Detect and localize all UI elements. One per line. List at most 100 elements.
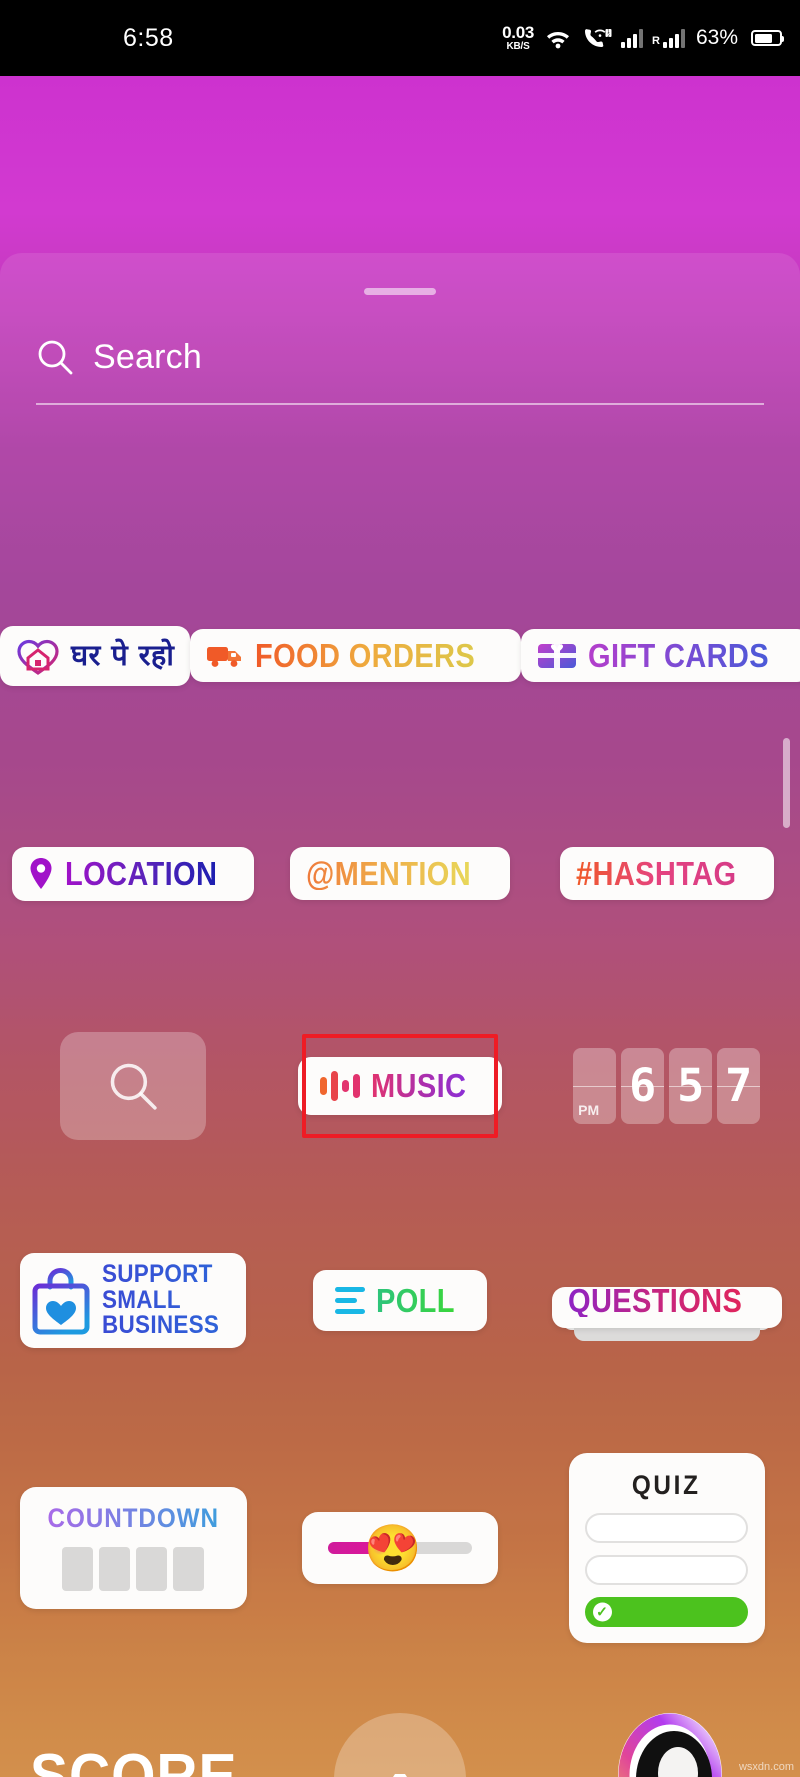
search-divider xyxy=(36,403,764,405)
status-bar-time: 6:58 xyxy=(123,23,174,52)
quiz-option-correct[interactable] xyxy=(585,1597,749,1627)
watermark: wsxdn.com xyxy=(738,1761,794,1773)
sticker-label-stay-home: घर पे रहो xyxy=(71,638,175,672)
drag-handle[interactable] xyxy=(364,288,436,295)
ssb-line-2: SMALL xyxy=(102,1287,219,1314)
battery-icon xyxy=(751,30,784,46)
search-bar[interactable]: Search xyxy=(36,325,764,389)
sticker-label-gift-cards: GIFT CARDS xyxy=(588,637,770,674)
sim1-signal-bars-icon xyxy=(621,28,644,48)
sticker-label-quiz: QUIZ xyxy=(632,1470,702,1500)
sticker-music[interactable]: MUSIC xyxy=(298,1056,502,1115)
network-speed-unit: KB/S xyxy=(506,41,530,52)
location-pin-icon xyxy=(30,857,52,889)
music-bars-icon xyxy=(320,1069,361,1103)
questions-card[interactable]: QUESTIONS xyxy=(551,1282,782,1328)
delivery-truck-icon xyxy=(207,646,242,667)
status-bar-indicators: 0.03 KB/S 1 2 R 63% xyxy=(502,24,784,52)
sticker-cell-food-orders[interactable]: FOOD ORDERS xyxy=(190,543,522,768)
battery-percent-label: 63% xyxy=(695,26,738,49)
sticker-cell-countdown[interactable]: COUNTDOWN xyxy=(0,1418,267,1678)
status-bar: 6:58 0.03 KB/S 1 2 R 63% xyxy=(0,0,800,76)
search-icon xyxy=(111,1063,158,1110)
clock-digit: 7 xyxy=(717,1047,761,1124)
sim2-signal-bars-icon xyxy=(662,28,685,48)
wifi-icon xyxy=(547,32,570,49)
sticker-row-partial: SCORE xyxy=(0,1693,800,1777)
clock-digit: 5 xyxy=(669,1047,713,1124)
sticker-location[interactable]: LOCATION xyxy=(12,846,255,901)
clock-digit: 6 xyxy=(621,1047,665,1124)
sticker-cell-poll[interactable]: POLL xyxy=(267,1188,534,1413)
slider-track[interactable]: 😍 xyxy=(328,1525,472,1571)
heart-house-icon xyxy=(17,639,59,675)
sticker-gift-cards[interactable]: GIFT CARDS xyxy=(521,629,800,682)
sticker-cell-location[interactable]: LOCATION xyxy=(0,761,267,986)
search-input-placeholder[interactable]: Search xyxy=(93,338,202,377)
roaming-indicator-label: R xyxy=(652,35,660,47)
clock-ampm: PM xyxy=(573,1047,617,1124)
sticker-label-food-orders: FOOD ORDERS xyxy=(255,637,476,674)
sticker-label-hashtag: #HASHTAG xyxy=(575,855,736,892)
sticker-label-countdown: COUNTDOWN xyxy=(47,1503,220,1533)
sticker-cell-support-small-business[interactable]: SUPPORT SMALL BUSINESS xyxy=(0,1188,267,1413)
ssb-line-3: BUSINESS xyxy=(102,1311,220,1340)
phone-screen: 6:58 0.03 KB/S 1 2 R 63% Search घर पे रह… xyxy=(0,0,800,1777)
sticker-quiz[interactable]: QUIZ xyxy=(568,1453,765,1643)
sticker-label-location: LOCATION xyxy=(65,855,218,892)
sticker-cell-questions[interactable]: QUESTIONS xyxy=(533,1188,800,1413)
sticker-cell-hashtag[interactable]: #HASHTAG xyxy=(533,761,800,986)
sticker-poll[interactable]: POLL xyxy=(312,1270,488,1331)
sticker-row: घर पे रहो FOOD ORDERS GIFT CARDS xyxy=(0,543,800,768)
sticker-label-score: SCORE xyxy=(29,1742,238,1777)
quiz-option[interactable] xyxy=(585,1555,749,1585)
sticker-cell-mention[interactable]: @MENTION xyxy=(267,761,534,986)
sticker-row: MUSIC PM 6 5 7 xyxy=(0,973,800,1198)
svg-text:2: 2 xyxy=(607,33,610,38)
sticker-label-support-small-business: SUPPORT SMALL BUSINESS xyxy=(102,1262,232,1339)
sticker-hashtag[interactable]: #HASHTAG xyxy=(559,847,774,900)
sticker-countdown[interactable]: COUNTDOWN xyxy=(20,1487,247,1609)
sticker-cell-clock[interactable]: PM 6 5 7 xyxy=(533,973,800,1198)
network-speed-indicator: 0.03 KB/S xyxy=(502,24,534,52)
sticker-stay-home[interactable]: घर पे रहो xyxy=(0,625,191,686)
gift-card-icon xyxy=(538,643,577,668)
sticker-mention[interactable]: @MENTION xyxy=(290,847,510,900)
sticker-row: LOCATION @MENTION #HASHTAG xyxy=(0,761,800,986)
sticker-emoji-slider[interactable]: 😍 xyxy=(302,1512,498,1584)
sticker-camera-blob[interactable] xyxy=(334,1713,466,1777)
camera-icon xyxy=(393,1774,407,1777)
search-icon xyxy=(38,340,73,375)
sticker-cell-quiz[interactable]: QUIZ xyxy=(533,1418,800,1678)
sticker-grid: घर पे रहो FOOD ORDERS GIFT CARDS LOCATIO… xyxy=(0,443,800,1777)
sticker-cell-camera[interactable] xyxy=(267,1693,534,1777)
sticker-food-orders[interactable]: FOOD ORDERS xyxy=(190,629,522,682)
poll-bars-icon xyxy=(334,1287,365,1314)
sticker-picker-sheet: Search घर पे रहो FOOD ORDERS GIFT CARDS … xyxy=(0,253,800,1777)
sticker-cell-stay-home[interactable]: घर पे रहो xyxy=(0,543,191,768)
sim2-signal-group: R xyxy=(652,28,685,48)
sticker-row: SUPPORT SMALL BUSINESS POLL QUESTIONS xyxy=(0,1188,800,1413)
instagram-avatar-icon xyxy=(617,1713,722,1777)
sticker-cell-score[interactable]: SCORE xyxy=(0,1693,267,1777)
sticker-cell-emoji-slider[interactable]: 😍 xyxy=(267,1418,534,1678)
heart-eyes-emoji-icon[interactable]: 😍 xyxy=(364,1525,421,1571)
sticker-label-poll: POLL xyxy=(375,1282,455,1319)
sticker-questions[interactable]: QUESTIONS xyxy=(551,1284,782,1341)
sticker-label-questions: QUESTIONS xyxy=(567,1282,742,1319)
sticker-clock[interactable]: PM 6 5 7 xyxy=(573,1047,761,1124)
ssb-line-1: SUPPORT xyxy=(102,1262,219,1288)
sticker-label-music: MUSIC xyxy=(371,1067,467,1104)
sticker-row: COUNTDOWN 😍 QUIZ ✓ xyxy=(0,1418,800,1678)
call-wifi-icon: 1 2 xyxy=(585,29,612,47)
network-speed-value: 0.03 xyxy=(502,23,535,42)
shopping-bag-heart-icon xyxy=(32,1267,90,1334)
sticker-label-mention: @MENTION xyxy=(306,855,472,892)
sticker-support-small-business[interactable]: SUPPORT SMALL BUSINESS xyxy=(20,1253,247,1348)
quiz-option[interactable] xyxy=(585,1513,749,1543)
countdown-digit-boxes xyxy=(62,1547,205,1591)
sticker-cell-gift-cards[interactable]: GIFT CARDS xyxy=(521,543,800,768)
sticker-search-tile[interactable] xyxy=(60,1031,207,1140)
sticker-cell-music[interactable]: MUSIC xyxy=(267,973,534,1198)
sticker-cell-search-tile[interactable] xyxy=(0,973,267,1198)
